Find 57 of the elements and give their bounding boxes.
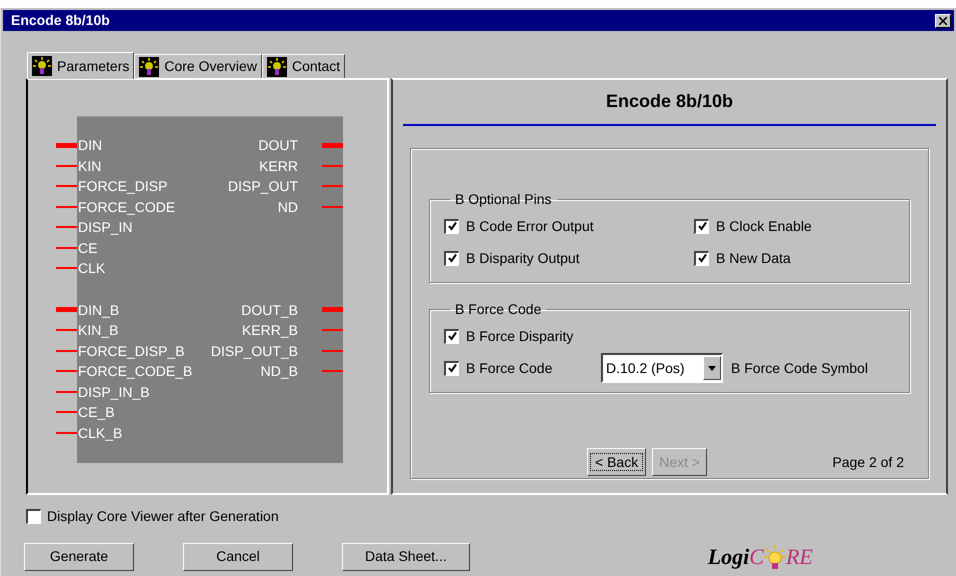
- dialog-button[interactable]: Data Sheet...: [342, 542, 470, 570]
- pin-label: FORCE_DISP: [78, 179, 168, 194]
- pin-label: KERR_B: [242, 323, 298, 338]
- lightbulb-icon: [266, 56, 287, 76]
- pin-label: DISP_OUT_B: [210, 344, 298, 358]
- pin-label: ND: [278, 200, 298, 214]
- page-indicator: Page 2 of 2: [832, 452, 904, 472]
- checkbox[interactable]: [694, 218, 709, 234]
- pin-label: KIN: [78, 158, 102, 173]
- group-label: B Optional Pins: [454, 190, 552, 209]
- pin-label: FORCE_CODE: [78, 200, 176, 214]
- checkbox-label: B New Data: [716, 248, 791, 268]
- tab[interactable]: Parameters: [27, 52, 134, 79]
- checkbox[interactable]: [444, 218, 459, 234]
- lightbulb-icon: [139, 56, 160, 76]
- dialog-button[interactable]: Generate: [24, 542, 134, 570]
- tab[interactable]: Contact: [262, 54, 346, 78]
- logo: LogiC RE: [708, 540, 813, 573]
- pin-label: DOUT_B: [241, 302, 298, 317]
- field-label: B Force Code Symbol: [731, 358, 868, 378]
- symbol-dropdown[interactable]: D.10.2 (Pos): [601, 353, 723, 383]
- pin-label: DISP_IN: [78, 220, 132, 234]
- dialog-button[interactable]: < Back: [587, 448, 646, 476]
- pin-label: CE: [78, 240, 98, 255]
- window-title: Encode 8b/10b: [11, 11, 110, 30]
- pin-label: ND_B: [260, 364, 298, 378]
- checkbox-label: B Force Code: [466, 358, 552, 378]
- close-button[interactable]: [935, 14, 951, 28]
- checkbox-label: B Code Error Output: [466, 216, 594, 236]
- pin-label: DISP_IN_B: [78, 384, 150, 399]
- checkbox[interactable]: [444, 328, 459, 344]
- caret-icon: [708, 366, 716, 370]
- lightbulb-icon: [32, 56, 52, 76]
- dialog-button[interactable]: Cancel: [183, 542, 293, 570]
- pin-label: KERR: [259, 158, 298, 173]
- checkbox[interactable]: [26, 509, 41, 524]
- pin-label: CLK_B: [78, 426, 122, 440]
- pin-label: CLK: [78, 261, 106, 276]
- checkbox-label: B Clock Enable: [716, 216, 812, 236]
- pin-label: DIN: [78, 138, 102, 152]
- checkbox-label: B Force Disparity: [466, 326, 574, 346]
- checkbox[interactable]: [444, 360, 459, 376]
- pin-label: DISP_OUT: [228, 179, 298, 194]
- tab[interactable]: Core Overview: [134, 54, 262, 78]
- panel-heading: Encode 8b/10b: [604, 90, 734, 113]
- checkbox-label: B Disparity Output: [466, 248, 580, 268]
- pin-label: CE_B: [78, 405, 115, 420]
- pin-label: DIN_B: [78, 302, 120, 317]
- checkbox[interactable]: [694, 250, 709, 266]
- pin-label: DOUT: [258, 138, 298, 152]
- pin-label: FORCE_CODE_B: [78, 364, 192, 378]
- checkbox-label: Display Core Viewer after Generation: [47, 507, 279, 526]
- pin-label: KIN_B: [78, 323, 118, 338]
- group-label: B Force Code: [454, 300, 542, 319]
- close-icon: [939, 16, 947, 24]
- checkbox[interactable]: [444, 250, 459, 266]
- pin-label: FORCE_DISP_B: [78, 344, 185, 358]
